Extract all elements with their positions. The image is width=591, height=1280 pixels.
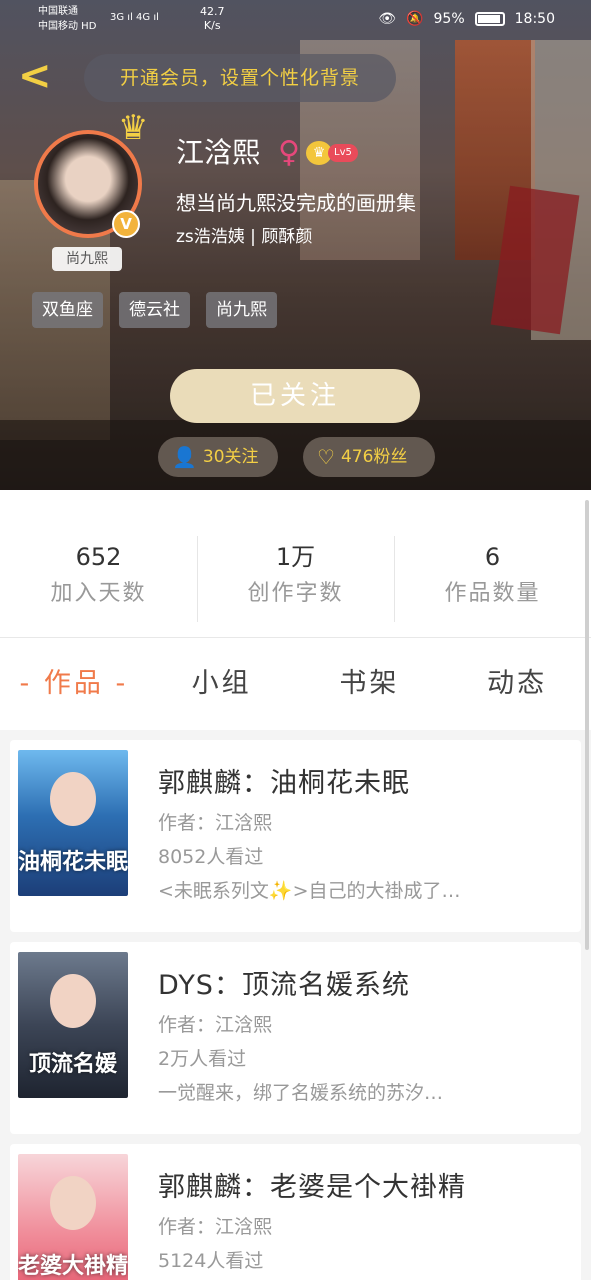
tab-works[interactable]: - 作品 - [0, 638, 148, 730]
username: 江浛熙 [176, 136, 261, 169]
tag-list: 双鱼座 德云社 尚九熙 [32, 292, 277, 328]
battery-icon [474, 12, 505, 26]
stat-label: 加入天数 [50, 581, 147, 606]
work-author: 作者：江浛熙 [158, 812, 273, 834]
tag-item[interactable]: 德云社 [119, 292, 190, 328]
work-views: 8052人看过 [158, 846, 264, 868]
add-user-icon: 👤 [172, 445, 197, 469]
stat-value: 1万 [275, 543, 316, 571]
stat-value: 6 [484, 543, 501, 571]
battery-percent: 95% [433, 11, 465, 27]
female-icon: ♀ [278, 135, 300, 170]
work-title: DYS：顶流名媛系统 [158, 970, 410, 1001]
followed-button[interactable]: 已关注 [170, 369, 420, 423]
verified-badge: V [112, 210, 140, 238]
signal-icon: 3G ıl 4G ıl [110, 12, 159, 23]
heart-icon: ♡ [317, 445, 335, 469]
stats-row: 652 加入天数 1万 创作字数 6 作品数量 [0, 490, 591, 638]
work-author: 作者：江浛熙 [158, 1216, 273, 1238]
list-item[interactable]: 油桐花未眠 郭麒麟：油桐花未眠 作者：江浛熙 8052人看过 <未眠系列文✨>自… [10, 740, 581, 932]
mute-icon: 🔕 [406, 11, 424, 27]
stat-join-days: 652 加入天数 [0, 490, 197, 637]
book-cover[interactable]: 老婆大褂精 [18, 1154, 128, 1280]
profile-header: 中国联通 中国移动 HD 3G ıl 4G ıl 42.7 K/s 👁 🔕 95… [0, 0, 591, 490]
fans-button[interactable]: ♡ 476粉丝 [303, 437, 435, 477]
tag-item[interactable]: 尚九熙 [206, 292, 277, 328]
tab-bookshelf[interactable]: 书架 [296, 638, 444, 730]
stat-label: 创作字数 [247, 581, 344, 606]
vip-background-banner[interactable]: 开通会员，设置个性化背景 [84, 54, 396, 102]
carrier-2: 中国移动 HD [38, 21, 97, 32]
stat-label: 作品数量 [444, 581, 541, 606]
works-list: 油桐花未眠 郭麒麟：油桐花未眠 作者：江浛熙 8052人看过 <未眠系列文✨>自… [0, 730, 591, 1280]
scrollbar[interactable] [585, 500, 589, 950]
avatar-tag: 尚九熙 [52, 247, 122, 271]
tag-item[interactable]: 双鱼座 [32, 292, 103, 328]
work-summary: 一觉醒来，绑了名媛系统的苏汐… [158, 1082, 444, 1104]
profile-page: 中国联通 中国移动 HD 3G ıl 4G ıl 42.7 K/s 👁 🔕 95… [0, 0, 591, 1280]
stat-value: 652 [75, 543, 122, 571]
carrier-info: 中国联通 中国移动 HD [38, 4, 96, 34]
cover-figure [50, 772, 96, 826]
work-info: DYS：顶流名媛系统 作者：江浛熙 2万人看过 一觉醒来，绑了名媛系统的苏汐… [158, 964, 567, 1110]
status-right: 👁 🔕 95% 18:50 [378, 11, 555, 27]
tab-bar: - 作品 - 小组 书架 动态 [0, 638, 591, 730]
work-info: 郭麒麟：油桐花未眠 作者：江浛熙 8052人看过 <未眠系列文✨>自己的大褂成了… [158, 762, 567, 908]
tab-activity[interactable]: 动态 [443, 638, 591, 730]
crown-icon: ♛ [118, 108, 149, 148]
tab-groups[interactable]: 小组 [148, 638, 296, 730]
list-item[interactable]: 老婆大褂精 郭麒麟：老婆是个大褂精 作者：江浛熙 5124人看过 [10, 1144, 581, 1280]
work-author: 作者：江浛熙 [158, 1014, 273, 1036]
fans-count: 476粉丝 [340, 447, 408, 467]
eye-icon: 👁 [378, 11, 397, 27]
clock: 18:50 [514, 11, 555, 27]
work-title: 郭麒麟：老婆是个大褂精 [158, 1172, 466, 1203]
back-chevron-icon[interactable]: < [18, 56, 52, 100]
stat-works-count: 6 作品数量 [394, 490, 591, 637]
work-title: 郭麒麟：油桐花未眠 [158, 768, 410, 799]
cover-title: 老婆大褂精 [18, 1254, 128, 1279]
following-button[interactable]: 👤 30关注 [158, 437, 278, 477]
book-cover[interactable]: 顶流名媛 [18, 952, 128, 1098]
work-views: 2万人看过 [158, 1048, 247, 1070]
cover-figure [50, 974, 96, 1028]
work-info: 郭麒麟：老婆是个大褂精 作者：江浛熙 5124人看过 [158, 1166, 567, 1278]
book-cover[interactable]: 油桐花未眠 [18, 750, 128, 896]
cover-title: 油桐花未眠 [18, 850, 128, 875]
bio-line-1: 想当尚九熙没完成的画册集 [176, 191, 416, 215]
work-summary: <未眠系列文✨>自己的大褂成了… [158, 880, 461, 902]
stat-word-count: 1万 创作字数 [197, 490, 394, 637]
carrier-1: 中国联通 [38, 6, 78, 17]
bio-line-2: zs浩浩姨 | 顾酥颜 [176, 227, 313, 247]
level-label: Lv5 [328, 144, 358, 162]
network-speed: 42.7 K/s [200, 5, 225, 32]
cover-title: 顶流名媛 [28, 1052, 117, 1077]
level-badge: ♛ Lv5 [306, 141, 364, 165]
status-bar: 中国联通 中国移动 HD 3G ıl 4G ıl 42.7 K/s 👁 🔕 95… [0, 0, 591, 40]
list-item[interactable]: 顶流名媛 DYS：顶流名媛系统 作者：江浛熙 2万人看过 一觉醒来，绑了名媛系统… [10, 942, 581, 1134]
following-count: 30关注 [202, 447, 259, 467]
work-views: 5124人看过 [158, 1250, 264, 1272]
cover-figure [50, 1176, 96, 1230]
